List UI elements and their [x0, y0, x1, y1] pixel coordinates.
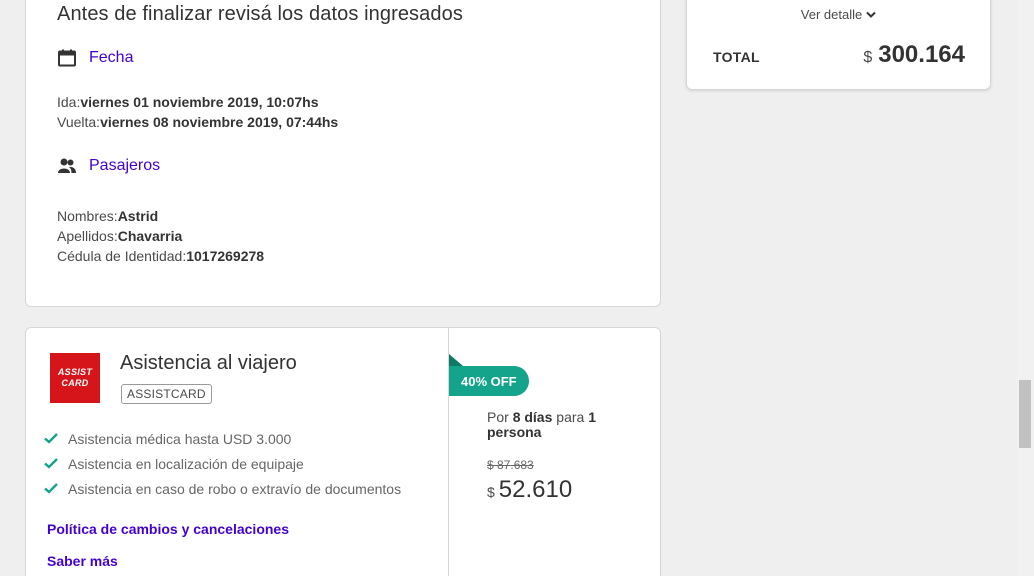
discount-badge: 40% OFF [449, 366, 529, 396]
saber-mas-link[interactable]: Saber más [47, 553, 118, 569]
old-price: $ 87.683 [487, 458, 534, 472]
benefit-text: Asistencia en caso de robo o extravío de… [68, 480, 402, 497]
ida-row: Ida:viernes 01 noviembre 2019, 10:07hs [57, 92, 319, 112]
benefit-item: Asistencia en localización de equipaje [44, 451, 401, 476]
nombres-value: Astrid [117, 208, 159, 224]
apellidos-value: Chavarria [117, 228, 183, 244]
checkout-page: Antes de finalizar revisá los datos ingr… [0, 0, 1034, 576]
travel-assistance-card: ASSIST CARD Asistencia al viajero ASSIST… [25, 327, 661, 576]
days-value: 8 días [512, 409, 553, 425]
check-icon [44, 458, 60, 469]
vuelta-label: Vuelta: [57, 114, 101, 130]
benefit-item: Asistencia médica hasta USD 3.000 [44, 426, 401, 451]
benefit-item: Asistencia en caso de robo o extravío de… [44, 476, 401, 501]
cedula-label: Cédula de Identidad: [57, 248, 187, 264]
apellidos-row: Apellidos:Chavarria [57, 226, 182, 246]
benefit-text: Asistencia en localización de equipaje [68, 455, 304, 472]
total-amount: $ 300.164 [863, 41, 965, 69]
scrollbar-thumb[interactable] [1019, 380, 1031, 448]
nombres-label: Nombres: [57, 208, 118, 224]
policy-link[interactable]: Política de cambios y cancelaciones [47, 521, 289, 537]
people-icon [57, 156, 76, 175]
logo-line-1: ASSIST [57, 367, 93, 377]
calendar-icon [57, 48, 76, 67]
benefits-list: Asistencia médica hasta USD 3.000 Asiste… [44, 426, 401, 501]
price-conditions: Por 8 días para 1 persona [487, 410, 637, 440]
total-card: Ver detalle TOTAL $ 300.164 [686, 0, 991, 90]
total-label: TOTAL [713, 49, 760, 65]
cedula-value: 1017269278 [186, 248, 265, 264]
new-price: $ 52.610 [487, 476, 572, 504]
assistcard-logo: ASSIST CARD [50, 353, 100, 403]
check-icon [44, 483, 60, 494]
pasajeros-section-header: Pasajeros [57, 156, 160, 175]
total-value: 300.164 [878, 41, 965, 68]
logo-line-2: CARD [61, 378, 89, 388]
ver-detalle-toggle[interactable]: Ver detalle [687, 7, 990, 22]
review-card: Antes de finalizar revisá los datos ingr… [25, 0, 661, 307]
new-price-currency: $ [487, 484, 495, 500]
chevron-down-icon [866, 7, 876, 22]
para-text: para [556, 409, 585, 425]
apellidos-label: Apellidos: [57, 228, 118, 244]
review-title: Antes de finalizar revisá los datos ingr… [57, 3, 463, 25]
vuelta-row: Vuelta:viernes 08 noviembre 2019, 07:44h… [57, 112, 338, 132]
nombres-row: Nombres:Astrid [57, 206, 158, 226]
ida-value: viernes 01 noviembre 2019, 10:07hs [80, 94, 319, 110]
pasajeros-label: Pasajeros [89, 156, 161, 174]
new-price-value: 52.610 [498, 476, 573, 503]
ver-detalle-label: Ver detalle [800, 7, 863, 22]
ida-label: Ida: [57, 94, 81, 110]
fecha-section-header: Fecha [57, 48, 133, 67]
provider-badge: ASSISTCARD [121, 384, 212, 404]
total-currency: $ [863, 49, 873, 66]
check-icon [44, 433, 60, 444]
price-prefix: Por [487, 409, 509, 425]
cedula-row: Cédula de Identidad:1017269278 [57, 246, 264, 266]
offer-ribbon-fold [449, 354, 463, 366]
vuelta-value: viernes 08 noviembre 2019, 07:44hs [100, 114, 339, 130]
page-scrollbar[interactable] [1017, 0, 1034, 576]
benefit-text: Asistencia médica hasta USD 3.000 [68, 430, 292, 447]
fecha-label: Fecha [89, 48, 134, 66]
assistance-title: Asistencia al viajero [120, 352, 297, 374]
